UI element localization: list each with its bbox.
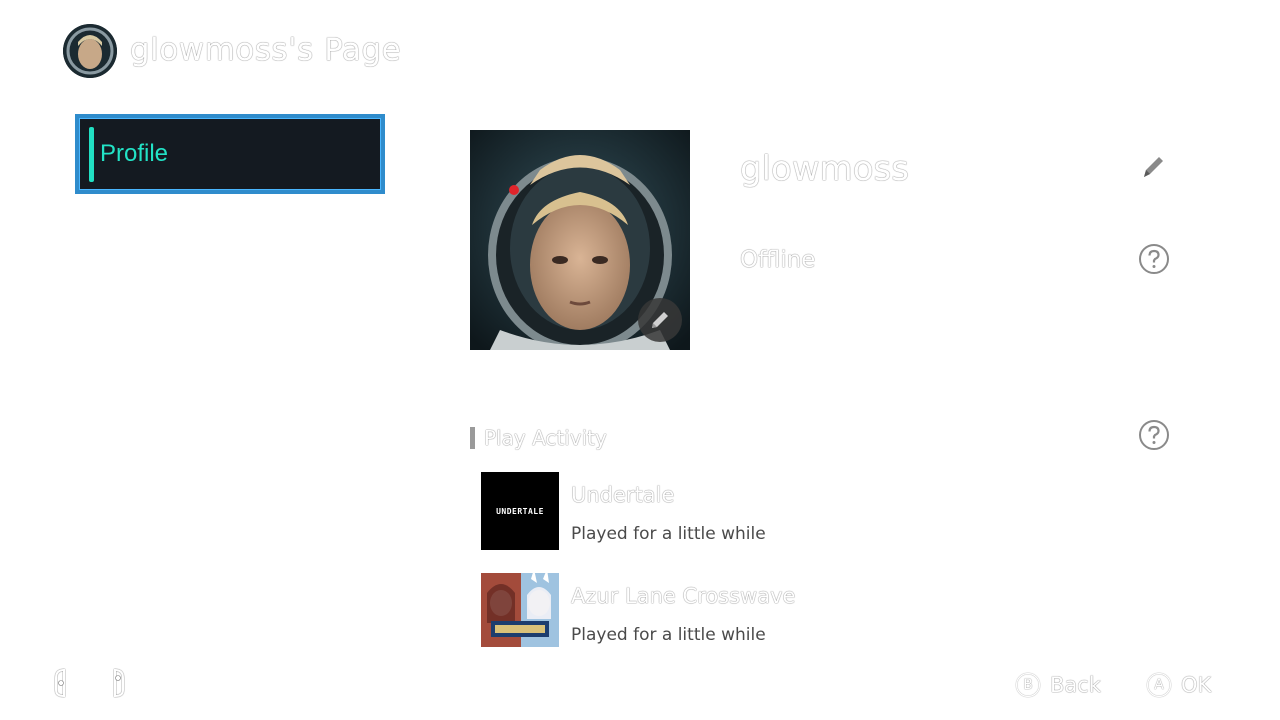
back-label: Back xyxy=(1050,673,1101,697)
activity-help-button[interactable] xyxy=(1138,419,1170,451)
ok-label: OK xyxy=(1181,673,1212,697)
a-button-icon: A xyxy=(1147,673,1171,697)
sidebar-item-label: Profile xyxy=(100,140,169,167)
left-joycon-icon xyxy=(52,668,70,698)
edit-name-button[interactable] xyxy=(1138,150,1170,182)
edit-avatar-button[interactable] xyxy=(638,298,682,342)
pencil-icon xyxy=(652,312,668,328)
game-thumbnail-azur-lane[interactable] xyxy=(481,573,559,647)
game-thumbnail-undertale[interactable]: UNDERTALE xyxy=(481,472,559,550)
play-activity-title: Play Activity xyxy=(484,426,607,450)
page: glowmoss's Page Profile glowmoss Offline… xyxy=(0,0,1280,720)
game-playtime: Played for a little while xyxy=(571,625,766,645)
online-status: Offline xyxy=(740,247,816,273)
page-title: glowmoss's Page xyxy=(130,32,402,68)
username: glowmoss xyxy=(740,149,909,189)
help-icon xyxy=(1139,420,1169,450)
back-button[interactable]: B Back xyxy=(1016,671,1101,699)
game-playtime: Played for a little while xyxy=(571,524,766,544)
undertale-logo: UNDERTALE xyxy=(496,506,544,516)
help-icon xyxy=(1139,244,1169,274)
pencil-icon xyxy=(1144,157,1163,177)
b-button-icon: B xyxy=(1016,673,1040,697)
right-joycon-icon xyxy=(109,668,127,698)
status-help-button[interactable] xyxy=(1138,243,1170,275)
game-title: Azur Lane Crosswave xyxy=(571,584,796,608)
section-marker xyxy=(470,427,475,449)
selection-accent xyxy=(89,127,94,182)
ok-button[interactable]: A OK xyxy=(1147,671,1211,699)
game-title: Undertale xyxy=(571,483,675,507)
sidebar-item-profile[interactable]: Profile xyxy=(75,114,385,194)
avatar xyxy=(63,24,117,78)
